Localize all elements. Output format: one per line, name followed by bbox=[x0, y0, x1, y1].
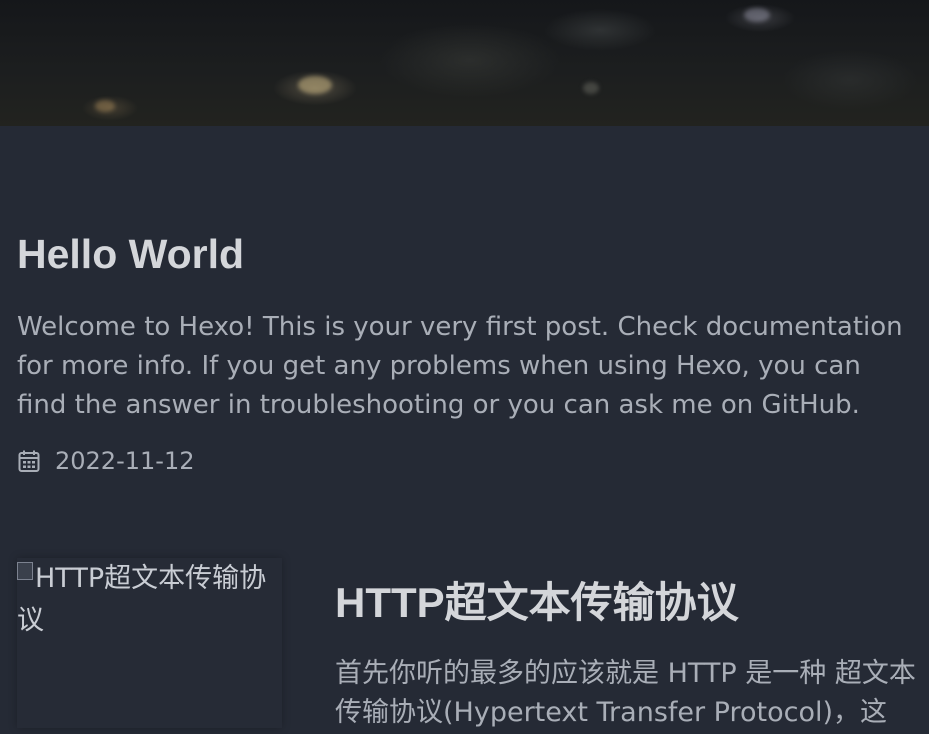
post-thumbnail[interactable]: HTTP超文本传输协议 bbox=[17, 558, 282, 728]
post-title[interactable]: Hello World bbox=[17, 228, 917, 280]
post-excerpt: 首先你听的最多的应该就是 HTTP 是一种 超文本传输协议(Hypertext … bbox=[335, 658, 916, 728]
post-meta: 2022-11-12 bbox=[17, 447, 917, 475]
header-banner-image bbox=[0, 0, 929, 126]
post-date: 2022-11-12 bbox=[55, 447, 195, 475]
post-thumbnail-alt: HTTP超文本传输协议 bbox=[17, 563, 267, 636]
post-excerpt: Welcome to Hexo! This is your very first… bbox=[17, 312, 903, 420]
broken-image-icon bbox=[17, 562, 33, 580]
calendar-icon bbox=[17, 449, 41, 473]
post-title[interactable]: HTTP超文本传输协议 bbox=[335, 572, 925, 634]
